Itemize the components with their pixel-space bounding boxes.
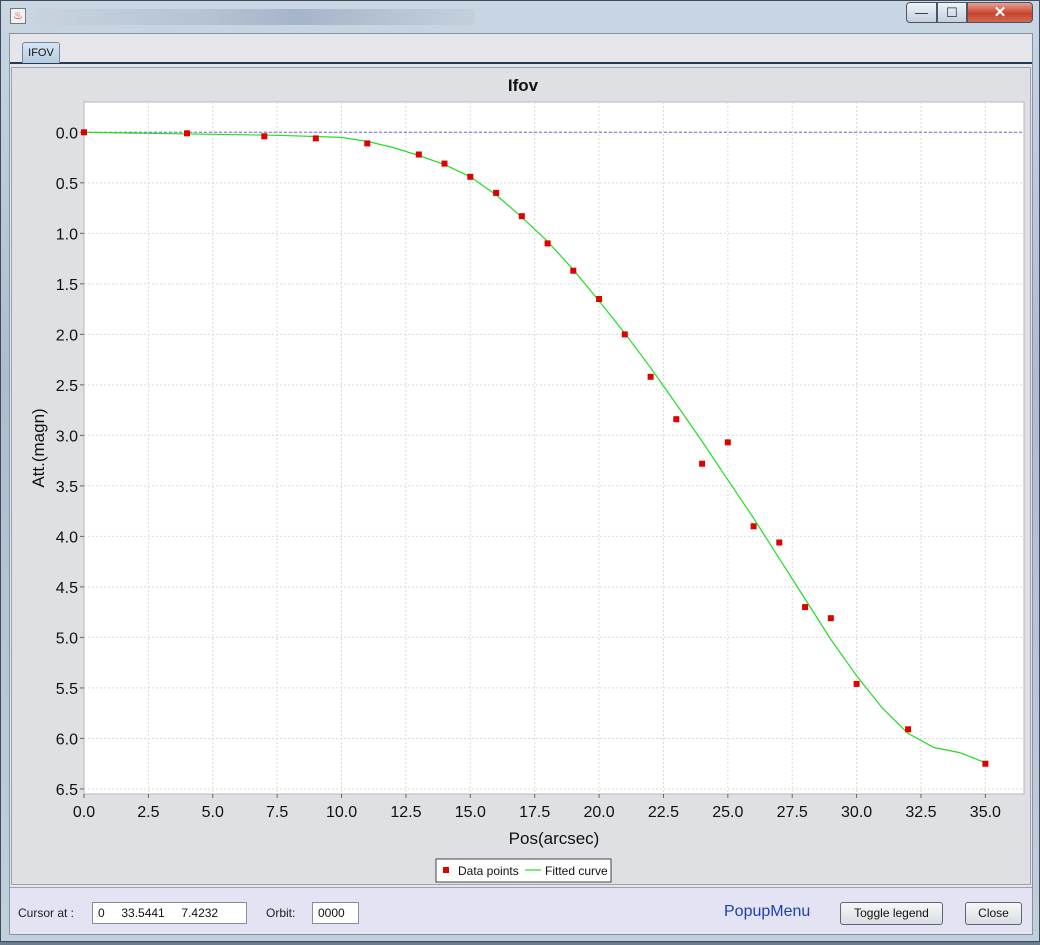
data-point [81, 129, 87, 136]
data-point [312, 135, 319, 142]
data-point [673, 416, 680, 423]
data-point [518, 213, 525, 220]
x-tick-label: 35.0 [970, 804, 1001, 821]
x-tick-label: 17.5 [519, 804, 550, 821]
data-point [415, 151, 422, 158]
popup-menu-link[interactable]: PopupMenu [724, 903, 810, 921]
data-point [184, 130, 190, 137]
status-bar: Cursor at : 0 33.5441 7.4232 Orbit: 0000… [10, 887, 1032, 934]
data-point [647, 373, 654, 380]
y-tick-label: 3.0 [56, 428, 78, 445]
x-tick-label: 27.5 [777, 804, 808, 821]
y-tick-label: 4.0 [56, 529, 78, 546]
y-tick-label: 1.5 [56, 277, 78, 294]
data-point [493, 189, 500, 196]
x-tick-label: 15.0 [455, 804, 486, 821]
data-point [570, 267, 577, 274]
chart[interactable]: Ifov 0.0 2.5 5.0 7.5 10.0 12.5 15.0 17.5 20.0 22.… [3, 3, 1040, 945]
data-point [621, 331, 628, 338]
data-point [905, 726, 912, 733]
y-tick-label: 4.5 [56, 580, 78, 597]
data-point [467, 173, 474, 180]
window-frame: ♨ — ☐ ✕ IFOV Ifov 0.0 2.5 5.0 7.5 10.0 12.5 15… [0, 0, 1040, 942]
data-point [441, 160, 448, 167]
x-tick-label: 7.5 [266, 804, 288, 821]
legend-fitted-curve-label: Fitted curve [545, 864, 608, 878]
y-tick-label: 0.5 [56, 176, 78, 193]
x-tick-label: 2.5 [137, 804, 159, 821]
data-point [802, 604, 809, 611]
x-tick-label: 25.0 [712, 804, 743, 821]
data-point [724, 439, 731, 446]
orbit-field[interactable]: 0000 [312, 902, 359, 924]
x-tick-label: 32.5 [905, 804, 936, 821]
chart-panel: Ifov 0.0 2.5 5.0 7.5 10.0 12.5 15.0 17.5 20.0 22.… [11, 67, 1031, 885]
y-tick-label: 2.0 [56, 327, 78, 344]
x-axis-label: Pos(arcsec) [509, 829, 600, 848]
orbit-label: Orbit: [266, 906, 296, 920]
data-point [699, 460, 706, 467]
x-tick-label: 22.5 [648, 804, 679, 821]
x-tick-label: 10.0 [326, 804, 357, 821]
client-area: IFOV Ifov 0.0 2.5 5.0 7.5 10.0 12.5 15.0 17.5 20… [9, 33, 1033, 935]
chart-title: Ifov [508, 76, 539, 95]
y-tick-label: 1.0 [56, 226, 78, 243]
x-tick-label: 20.0 [583, 804, 614, 821]
legend-data-points-marker [443, 867, 449, 873]
y-axis-label: Att.(magn) [29, 408, 48, 487]
data-point [364, 140, 371, 147]
data-point [827, 615, 834, 622]
y-tick-label: 2.5 [56, 378, 78, 395]
close-button[interactable]: Close [965, 902, 1022, 925]
legend-data-points-label: Data points [458, 864, 519, 878]
x-tick-label: 12.5 [390, 804, 421, 821]
data-point [596, 296, 603, 302]
x-tick-label: 30.0 [841, 804, 872, 821]
data-point [544, 240, 551, 247]
x-tick-label: 0.0 [73, 804, 95, 821]
data-point [750, 523, 757, 530]
cursor-label: Cursor at : [18, 906, 75, 920]
toggle-legend-button[interactable]: Toggle legend [840, 902, 943, 925]
cursor-position-field[interactable]: 0 33.5441 7.4232 [92, 902, 247, 924]
y-tick-label: 6.5 [56, 782, 78, 799]
y-tick-label: 5.5 [56, 681, 78, 698]
plot-area [83, 101, 1025, 795]
y-tick-label: 6.0 [56, 731, 78, 748]
data-point [853, 680, 860, 687]
data-point [776, 539, 783, 546]
y-tick-label: 5.0 [56, 630, 78, 647]
data-point [261, 133, 268, 140]
y-tick-label: 0.0 [56, 125, 78, 142]
y-tick-label: 3.5 [56, 479, 78, 496]
data-point [982, 760, 989, 767]
x-tick-label: 5.0 [202, 804, 224, 821]
legend: Data points Fitted curve [435, 858, 612, 883]
